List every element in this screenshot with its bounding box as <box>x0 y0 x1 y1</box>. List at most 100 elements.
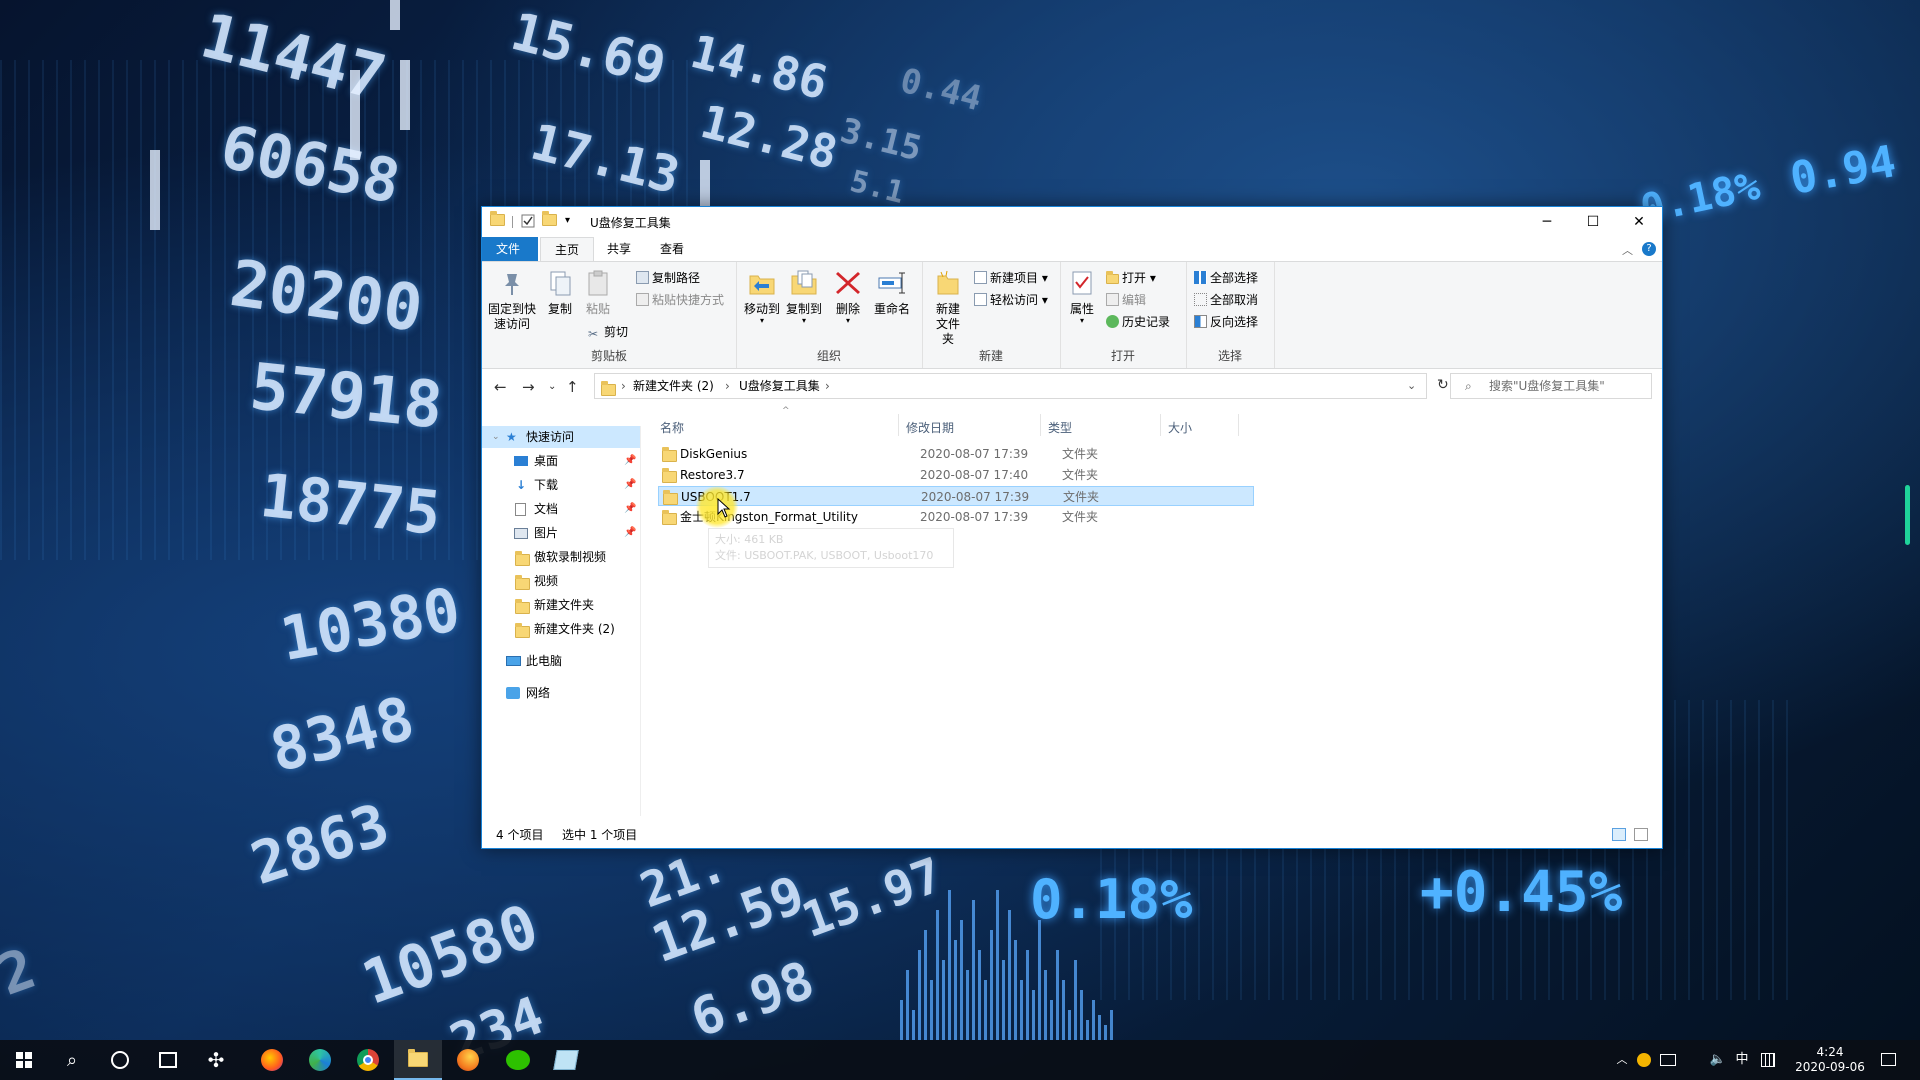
minimize-button[interactable]: ─ <box>1524 207 1570 237</box>
recent-locations-icon[interactable]: ⌄ <box>548 381 556 392</box>
column-header-name[interactable]: 名称 <box>660 419 684 436</box>
large-icons-view-icon[interactable] <box>1634 828 1648 841</box>
properties-button[interactable]: 属性 ▾ <box>1064 268 1100 325</box>
search-input[interactable]: ⌕ 搜索"U盘修复工具集" <box>1450 373 1652 399</box>
new-group: 新建文件夹 新建项目 ▾ 轻松访问 ▾ 新建 <box>922 262 1061 368</box>
column-separator[interactable] <box>898 414 899 436</box>
title-bar[interactable]: ▾ U盘修复工具集 ─ ☐ ✕ <box>482 207 1662 237</box>
select-none-button[interactable]: 全部取消 <box>1194 292 1258 308</box>
column-separator[interactable] <box>1040 414 1041 436</box>
pinwheel-app-icon[interactable]: ✣ <box>192 1040 240 1080</box>
new-item-button[interactable]: 新建项目 ▾ <box>974 270 1048 286</box>
copy-to-icon <box>789 268 819 298</box>
chrome-icon[interactable] <box>344 1040 392 1080</box>
maximize-button[interactable]: ☐ <box>1570 207 1616 237</box>
nav-new-folder[interactable]: 新建文件夹 <box>482 594 640 616</box>
collapse-ribbon-icon[interactable]: ︿ <box>1622 242 1633 258</box>
nav-documents[interactable]: 文档 📌 <box>482 498 640 520</box>
breadcrumb-current-folder[interactable]: U盘修复工具集 <box>739 374 820 398</box>
forward-arrow-icon[interactable]: → <box>522 378 535 396</box>
open-button[interactable]: 打开 ▾ <box>1106 270 1156 286</box>
back-arrow-icon[interactable]: ← <box>494 378 507 396</box>
tab-file[interactable]: 文件 <box>482 237 538 261</box>
tab-view[interactable]: 查看 <box>646 237 698 261</box>
paste-button[interactable]: 粘贴 <box>580 268 616 317</box>
nav-desktop[interactable]: 桌面 📌 <box>482 450 640 472</box>
pin-icon[interactable]: 📌 <box>624 474 636 496</box>
column-separator[interactable] <box>1238 414 1239 436</box>
select-all-button[interactable]: 全部选择 <box>1194 270 1258 286</box>
volume-icon[interactable]: 🔈 <box>1706 1040 1730 1080</box>
copy-to-button[interactable]: 复制到 ▾ <box>784 268 824 325</box>
edge-browser-icon[interactable] <box>296 1040 344 1080</box>
wallpaper-number: 0.44 <box>896 60 986 120</box>
folder-icon <box>515 623 530 645</box>
pin-icon[interactable]: 📌 <box>624 522 636 544</box>
keyboard-layout-icon[interactable] <box>1756 1040 1780 1080</box>
wallpaper-number: 2 <box>0 936 44 1009</box>
new-folder-button[interactable]: 新建文件夹 <box>926 268 970 347</box>
nav-pictures[interactable]: 图片 📌 <box>482 522 640 544</box>
firefox-alt-icon[interactable] <box>444 1040 492 1080</box>
breadcrumb-new-folder-2[interactable]: 新建文件夹 (2) <box>633 374 714 398</box>
edit-label: 编辑 <box>1122 293 1147 307</box>
notification-center-icon[interactable] <box>1874 1040 1902 1080</box>
delete-button[interactable]: 删除 ▾ <box>832 268 864 325</box>
nav-new-folder-2[interactable]: 新建文件夹 (2) <box>482 618 640 640</box>
address-bar[interactable]: › 新建文件夹 (2) › U盘修复工具集 › ⌄ <box>594 373 1427 399</box>
pin-icon[interactable]: 📌 <box>624 498 636 520</box>
nav-network[interactable]: 网络 <box>482 682 640 704</box>
invert-selection-button[interactable]: 反向选择 <box>1194 314 1258 330</box>
tab-home[interactable]: 主页 <box>540 237 595 262</box>
nav-this-pc[interactable]: 此电脑 <box>482 650 640 672</box>
ime-indicator[interactable]: 中 <box>1730 1040 1754 1080</box>
copy-button[interactable]: 复制 <box>542 268 578 317</box>
new-folder-quick-icon[interactable] <box>542 211 558 230</box>
help-icon[interactable]: ? <box>1642 242 1656 256</box>
copy-path-button[interactable]: 复制路径 <box>636 270 700 286</box>
cortana-icon[interactable] <box>96 1040 144 1080</box>
notepad-app-icon[interactable] <box>542 1040 590 1080</box>
edit-button[interactable]: 编辑 <box>1106 292 1146 308</box>
column-header-date[interactable]: 修改日期 <box>906 419 954 436</box>
column-header-size[interactable]: 大小 <box>1168 419 1192 436</box>
column-header-type[interactable]: 类型 <box>1048 419 1072 436</box>
file-row-selected[interactable]: USBOOT1.7 2020-08-07 17:39 文件夹 <box>658 486 1254 506</box>
tray-app-icon[interactable] <box>1634 1040 1654 1080</box>
start-button[interactable] <box>0 1040 48 1080</box>
up-arrow-icon[interactable]: ↑ <box>566 378 579 396</box>
file-explorer-taskbar-icon[interactable] <box>394 1040 442 1080</box>
easy-access-button[interactable]: 轻松访问 ▾ <box>974 292 1048 308</box>
properties-checkbox-icon[interactable] <box>521 214 537 230</box>
folder-icon <box>601 380 616 404</box>
details-view-icon[interactable] <box>1612 828 1626 841</box>
refresh-icon[interactable]: ↻ <box>1437 377 1449 393</box>
clock[interactable]: 4:24 2020-09-06 <box>1790 1040 1870 1080</box>
address-dropdown-icon[interactable]: ⌄ <box>1407 374 1416 398</box>
pin-quick-access-button[interactable]: 固定到快速访问 <box>486 268 538 332</box>
nav-videos[interactable]: 视频 <box>482 570 640 592</box>
file-row[interactable]: 金士顿Kingston_Format_Utility 2020-08-07 17… <box>658 507 1254 527</box>
wechat-icon[interactable] <box>494 1040 542 1080</box>
nav-recording-videos[interactable]: 傲软录制视频 <box>482 546 640 568</box>
move-to-button[interactable]: 移动到 ▾ <box>742 268 782 325</box>
cut-button[interactable]: ✂ 剪切 <box>588 324 628 341</box>
tab-share[interactable]: 共享 <box>593 237 645 261</box>
wallpaper-candle <box>400 60 410 130</box>
file-row[interactable]: DiskGenius 2020-08-07 17:39 文件夹 <box>658 444 1254 464</box>
history-button[interactable]: 历史记录 <box>1106 314 1170 330</box>
paste-shortcut-button[interactable]: 粘贴快捷方式 <box>636 292 724 308</box>
pin-icon[interactable]: 📌 <box>624 450 636 472</box>
network-tray-icon[interactable] <box>1656 1040 1680 1080</box>
task-view-icon[interactable] <box>144 1040 192 1080</box>
firefox-icon[interactable] <box>248 1040 296 1080</box>
customize-quick-access-icon[interactable]: ▾ <box>565 215 581 231</box>
show-hidden-icons-icon[interactable]: ︿ <box>1612 1040 1632 1080</box>
search-icon[interactable]: ⌕ <box>48 1040 96 1080</box>
column-separator[interactable] <box>1160 414 1161 436</box>
nav-downloads[interactable]: ↓ 下载 📌 <box>482 474 640 496</box>
file-row[interactable]: Restore3.7 2020-08-07 17:40 文件夹 <box>658 465 1254 485</box>
rename-button[interactable]: 重命名 <box>870 268 914 317</box>
nav-quick-access[interactable]: ⌄ ★ 快速访问 <box>482 426 640 448</box>
close-button[interactable]: ✕ <box>1616 207 1662 237</box>
